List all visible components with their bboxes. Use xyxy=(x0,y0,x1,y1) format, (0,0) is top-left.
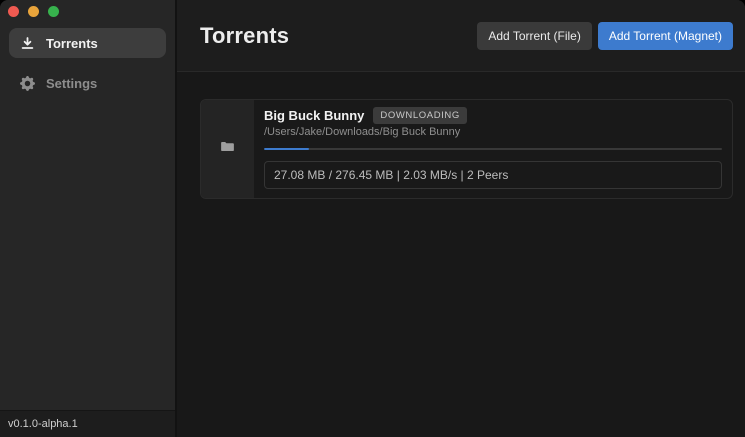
sidebar-footer: v0.1.0-alpha.1 xyxy=(0,410,175,437)
torrent-card[interactable]: Big Buck Bunny DOWNLOADING /Users/Jake/D… xyxy=(200,99,733,199)
app-window: Torrents Settings v0.1.0-alpha.1 Torrent… xyxy=(0,0,745,437)
zoom-window-button[interactable] xyxy=(48,5,59,17)
sidebar: Torrents Settings v0.1.0-alpha.1 xyxy=(0,0,177,437)
sidebar-item-label: Settings xyxy=(46,75,98,91)
folder-icon xyxy=(220,139,235,159)
sidebar-item-torrents[interactable]: Torrents xyxy=(9,28,166,58)
torrent-card-icon-col xyxy=(201,100,254,198)
torrent-title-row: Big Buck Bunny DOWNLOADING xyxy=(264,107,722,124)
torrent-name: Big Buck Bunny xyxy=(264,108,365,123)
app-version-label: v0.1.0-alpha.1 xyxy=(8,418,78,430)
torrent-save-path: /Users/Jake/Downloads/Big Buck Bunny xyxy=(264,126,461,138)
page-title: Torrents xyxy=(200,22,290,48)
torrent-list: Big Buck Bunny DOWNLOADING /Users/Jake/D… xyxy=(177,72,745,199)
sidebar-nav: Torrents Settings xyxy=(0,22,175,104)
sidebar-item-label: Torrents xyxy=(46,35,98,51)
status-badge: DOWNLOADING xyxy=(373,107,467,124)
sidebar-item-settings[interactable]: Settings xyxy=(9,68,166,98)
main-panel: Torrents Add Torrent (File) Add Torrent … xyxy=(177,0,745,437)
gear-icon xyxy=(20,75,35,91)
add-torrent-magnet-button[interactable]: Add Torrent (Magnet) xyxy=(597,21,733,50)
torrent-card-body: Big Buck Bunny DOWNLOADING /Users/Jake/D… xyxy=(254,100,732,198)
window-controls xyxy=(0,0,175,22)
torrent-stats: 27.08 MB / 276.45 MB | 2.03 MB/s | 2 Pee… xyxy=(264,161,722,189)
minimize-window-button[interactable] xyxy=(28,5,39,17)
progress-bar xyxy=(264,148,722,150)
progress-fill xyxy=(264,148,309,150)
download-icon xyxy=(20,36,35,51)
add-torrent-file-button[interactable]: Add Torrent (File) xyxy=(477,21,592,50)
main-header: Torrents Add Torrent (File) Add Torrent … xyxy=(177,0,745,72)
close-window-button[interactable] xyxy=(8,5,19,17)
